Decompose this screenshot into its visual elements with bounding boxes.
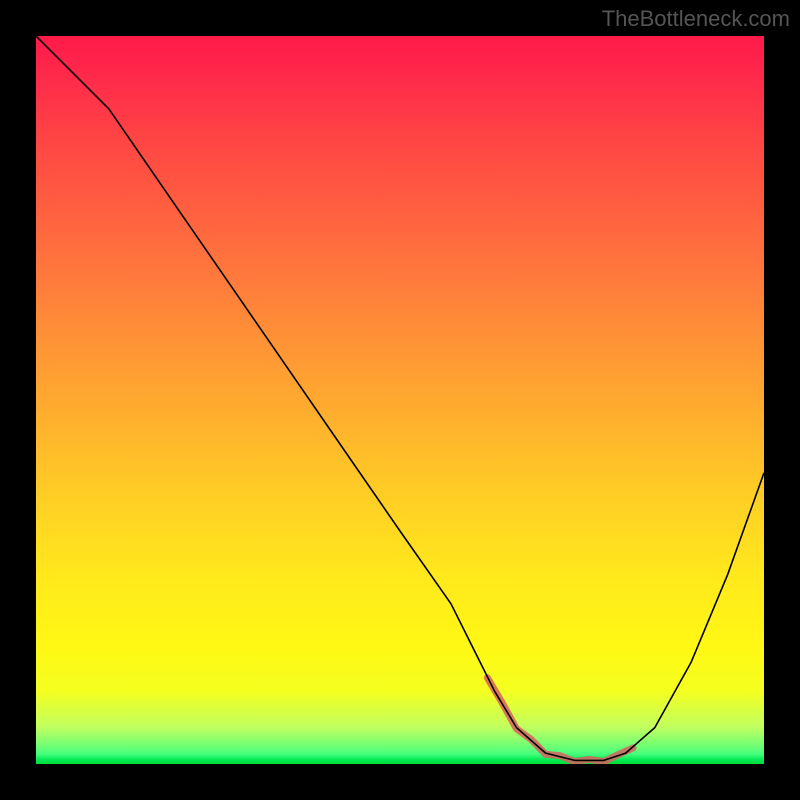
- bottleneck-curve: [36, 36, 764, 760]
- curve-layer: [36, 36, 764, 764]
- site-watermark: TheBottleneck.com: [602, 6, 790, 32]
- plot-area: [36, 36, 764, 764]
- optimum-highlight: [487, 678, 633, 762]
